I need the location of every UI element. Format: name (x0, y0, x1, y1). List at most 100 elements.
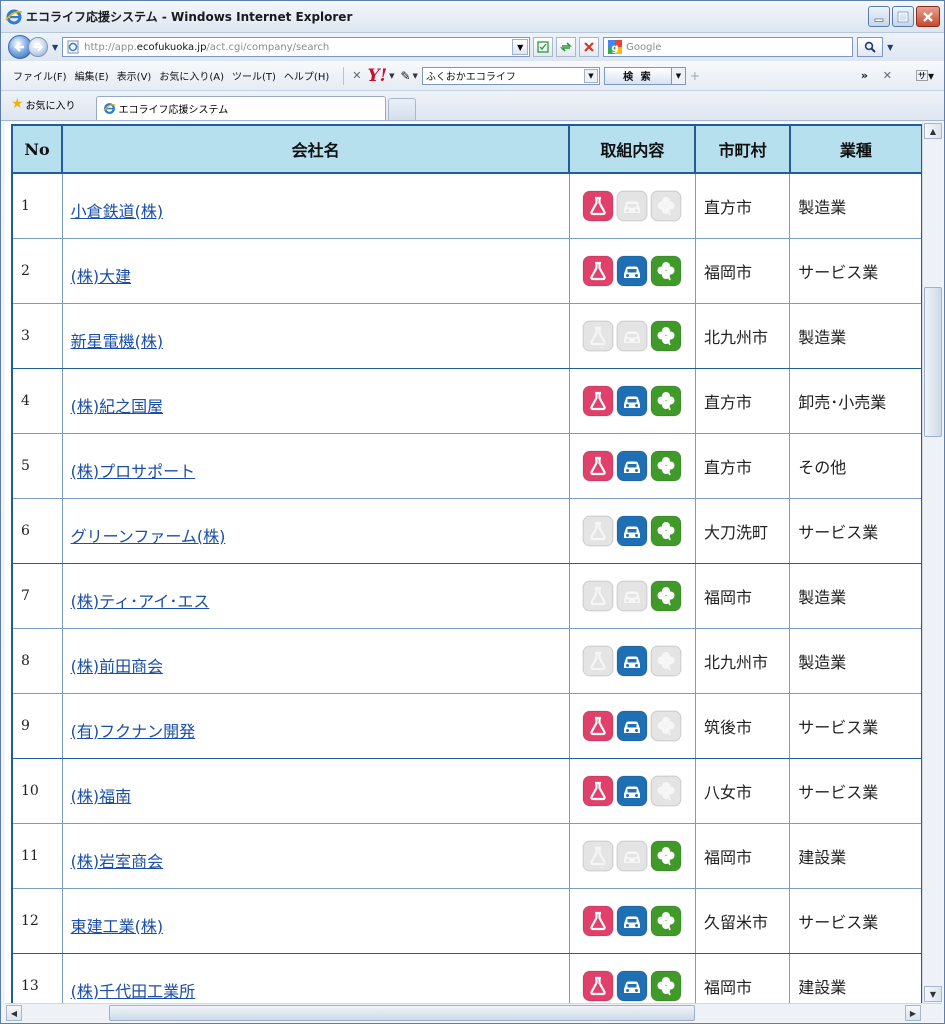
flask-icon (581, 385, 615, 416)
history-dropdown-icon[interactable]: ▼ (52, 43, 58, 52)
activities-cell (568, 302, 696, 369)
car-icon (615, 450, 649, 481)
vertical-scroll-thumb[interactable] (924, 287, 942, 437)
company-link[interactable]: グリーンファーム(株) (71, 527, 226, 546)
company-link[interactable]: (株)岩室商会 (71, 852, 164, 871)
yahoo-dropdown-icon[interactable]: ▼ (389, 72, 394, 80)
car-icon (615, 775, 649, 806)
yahoo-search-dropdown-icon[interactable]: ▼ (583, 68, 598, 83)
company-link[interactable]: 新星電機(株) (71, 332, 164, 351)
activities-cell (568, 692, 696, 759)
url-path: /act.cgi/company/search (206, 41, 330, 53)
company-link[interactable]: (株)前田商会 (71, 657, 164, 676)
tab-active[interactable]: エコライフ応援システム (95, 96, 386, 120)
scroll-right-icon[interactable]: ▶ (905, 1005, 921, 1021)
favorites-button[interactable]: ★ お気に入り (11, 96, 76, 112)
scroll-down-icon[interactable]: ▼ (924, 986, 942, 1002)
table-row: 11 (株)岩室商会 福岡市 建設業 (10, 822, 922, 889)
company-link[interactable]: (有)フクナン開発 (71, 722, 196, 741)
close-toolbar-icon[interactable]: ✕ (352, 69, 361, 82)
company-link[interactable]: (株)福南 (71, 787, 132, 806)
clover-icon (649, 710, 683, 741)
menu-help[interactable]: ヘルプ(H) (284, 68, 329, 83)
add-icon[interactable]: + (690, 69, 700, 83)
activities-cell (568, 887, 696, 954)
horizontal-scrollbar[interactable]: ◀ ▶ (5, 1003, 942, 1021)
yahoo-logo[interactable]: Y! (367, 66, 387, 86)
scroll-up-icon[interactable]: ▲ (924, 123, 942, 139)
window-title: エコライフ応援システム - Windows Internet Explorer (26, 10, 353, 24)
industry-cell: 卸売･小売業 (789, 367, 922, 434)
company-cell: (株)岩室商会 (61, 822, 570, 889)
company-link[interactable]: (株)ティ･アイ･エス (71, 592, 210, 611)
city-cell: 北九州市 (694, 627, 791, 694)
yahoo-search-button[interactable]: 検 索 (603, 66, 672, 85)
flask-icon (581, 645, 615, 676)
translate-icon[interactable]: 🈂▾ (916, 67, 934, 84)
stop-button[interactable] (579, 37, 600, 57)
search-input[interactable]: g Google (603, 37, 854, 57)
toolbar-separator (343, 66, 345, 85)
clover-icon (649, 970, 683, 1001)
address-bar[interactable]: http://app. ecofukuoka.jp/act.cgi/company… (62, 37, 531, 57)
city-cell: 大刀洗町 (694, 497, 791, 564)
close-icon (923, 11, 933, 22)
maximize-icon (897, 11, 909, 22)
industry-cell: 製造業 (789, 302, 922, 369)
table-row: 4 (株)紀之国屋 直方市 卸売･小売業 (10, 367, 922, 434)
flask-icon (581, 190, 615, 222)
header-no[interactable]: No (10, 124, 64, 174)
scroll-left-icon[interactable]: ◀ (6, 1005, 22, 1021)
menu-edit[interactable]: 編集(E) (75, 68, 109, 83)
industry-cell: 建設業 (789, 822, 922, 889)
row-number: 5 (10, 432, 63, 499)
company-link[interactable]: 東建工業(株) (71, 917, 164, 936)
compatibility-button[interactable] (533, 37, 554, 57)
vertical-scrollbar[interactable]: ▲ ▼ (922, 122, 942, 1003)
close-toolbar-icon[interactable]: ✕ (883, 69, 892, 82)
search-options-dropdown-icon[interactable]: ▼ (887, 43, 893, 52)
pencil-dropdown-icon[interactable]: ▼ (413, 72, 418, 80)
city-cell: 直方市 (694, 432, 791, 499)
close-button[interactable] (916, 6, 940, 27)
yahoo-search-options-icon[interactable]: ▼ (671, 66, 686, 85)
svg-text:g: g (612, 43, 619, 54)
google-icon: g (608, 40, 623, 54)
refresh-icon (560, 42, 573, 52)
yahoo-search-input[interactable]: ふくおかエコライフ ▼ (421, 66, 600, 85)
minimize-button[interactable] (868, 6, 890, 27)
header-city[interactable]: 市町村 (694, 124, 791, 174)
company-link[interactable]: 小倉鉄道(株) (71, 202, 164, 221)
menu-view[interactable]: 表示(V) (117, 68, 152, 83)
maximize-button[interactable] (892, 6, 914, 27)
forward-button[interactable] (28, 37, 48, 57)
city-cell: 久留米市 (694, 887, 791, 954)
company-link[interactable]: (株)紀之国屋 (71, 397, 164, 416)
menu-file[interactable]: ファイル(F) (13, 68, 67, 83)
menu-tools[interactable]: ツール(T) (232, 68, 276, 83)
address-dropdown-icon[interactable]: ▼ (512, 39, 529, 55)
page-viewport: No 会社名 取組内容 市町村 業種 1 小倉鉄道(株) 直方市 製造業 2 (株)大建福… (5, 122, 922, 1003)
table-row: 8 (株)前田商会 北九州市 製造業 (10, 627, 922, 694)
company-table: No 会社名 取組内容 市町村 業種 1 小倉鉄道(株) 直方市 製造業 2 (株)大建福… (10, 124, 922, 1003)
car-icon (615, 905, 649, 936)
company-cell: (有)フクナン開発 (61, 692, 570, 759)
industry-cell: その他 (789, 432, 922, 499)
company-link[interactable]: (株)大建 (71, 267, 132, 286)
city-cell: 筑後市 (694, 692, 791, 759)
header-industry[interactable]: 業種 (788, 124, 922, 174)
company-link[interactable]: (株)千代田工業所 (71, 982, 196, 1001)
pencil-icon[interactable]: ✎ (400, 69, 410, 83)
header-company[interactable]: 会社名 (61, 124, 571, 174)
activities-cell (568, 497, 696, 564)
refresh-button[interactable] (556, 37, 577, 57)
chevron-more-icon[interactable]: » (861, 69, 868, 82)
menu-favorites[interactable]: お気に入り(A) (159, 68, 224, 83)
company-link[interactable]: (株)プロサポート (71, 462, 196, 481)
header-activities[interactable]: 取組内容 (568, 124, 697, 174)
row-number: 11 (10, 822, 63, 889)
url-prefix: http://app. (84, 41, 137, 53)
horizontal-scroll-thumb[interactable] (109, 1005, 695, 1021)
new-tab-button[interactable] (387, 98, 416, 120)
search-button[interactable] (857, 37, 884, 57)
